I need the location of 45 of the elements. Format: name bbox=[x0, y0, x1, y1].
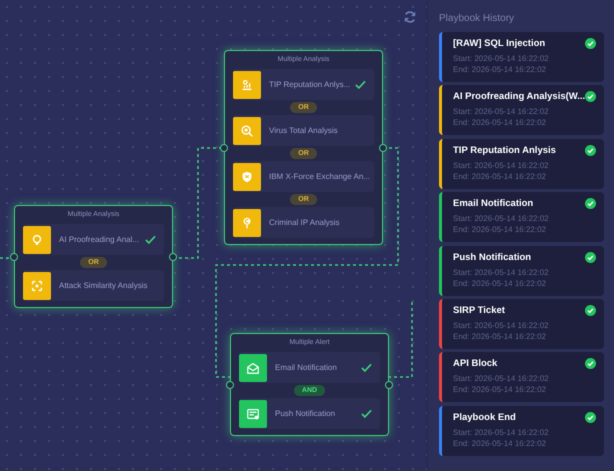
action-item[interactable]: Attack Similarity Analysis bbox=[23, 270, 164, 301]
history-name: Playbook End bbox=[453, 410, 517, 425]
action-item[interactable]: AI Proofreading Anal... bbox=[23, 224, 164, 255]
history-card[interactable]: API Block Start: 2026-05-14 16:22:02 End: 2026-05-14 16:22:02 bbox=[439, 352, 604, 402]
action-item[interactable]: TIP Reputation Anlys... bbox=[233, 69, 374, 100]
history-card[interactable]: SIRP Ticket Start: 2026-05-14 16:22:02 End: 2026-05-14 16:22:02 bbox=[439, 298, 604, 349]
end-time: End: 2026-05-14 16:22:02 bbox=[453, 330, 547, 342]
history-card[interactable]: [RAW] SQL Injection Start: 2026-05-14 16:22:02 End: 2026-05-14 16:22:02 bbox=[439, 32, 604, 82]
action-item[interactable]: Criminal IP Analysis bbox=[233, 207, 374, 238]
start-time: Start: 2026-05-14 16:22:02 bbox=[453, 320, 550, 331]
action-item[interactable]: Push Notification bbox=[239, 398, 380, 429]
end-time: End: 2026-05-14 16:22:02 bbox=[453, 170, 547, 182]
history-card[interactable]: Playbook End Start: 2026-05-14 16:22:02 End: 2026-05-14 16:22:02 bbox=[439, 406, 604, 456]
history-card[interactable]: AI Proofreading Analysis(W... Start: 2026-05-14 16:22:02 End: 2026-05-14 16:22:02 bbox=[439, 85, 604, 136]
end-time: End: 2026-05-14 16:22:02 bbox=[453, 117, 547, 128]
start-time: Start: 2026-05-14 16:22:02 bbox=[453, 373, 550, 384]
history-name: Push Notification bbox=[453, 250, 532, 265]
end-time: End: 2026-05-14 16:22:02 bbox=[453, 438, 547, 449]
connection-port[interactable] bbox=[226, 380, 234, 388]
end-time: End: 2026-05-14 16:22:02 bbox=[453, 384, 547, 396]
start-time: Start: 2026-05-14 16:22:02 bbox=[453, 266, 550, 278]
history-name: TIP Reputation Anlysis bbox=[453, 144, 557, 158]
action-item[interactable]: IBM X-Force Exchange An... bbox=[233, 161, 374, 192]
history-name: API Block bbox=[453, 357, 498, 372]
start-time: Start: 2026-05-14 16:22:02 bbox=[453, 160, 550, 171]
history-card[interactable]: Push Notification Start: 2026-05-14 16:22:02 End: 2026-05-14 16:22:02 bbox=[439, 246, 604, 296]
end-time: End: 2026-05-14 16:22:02 bbox=[453, 278, 547, 289]
history-name: SIRP Ticket bbox=[453, 304, 506, 318]
history-name: Email Notification bbox=[453, 197, 534, 212]
end-time: End: 2026-05-14 16:22:02 bbox=[453, 224, 547, 236]
connection-port[interactable] bbox=[10, 252, 18, 260]
action-item[interactable]: Virus Total Analysis bbox=[233, 115, 374, 146]
history-card[interactable]: Email Notification Start: 2026-05-14 16:22:02 End: 2026-05-14 16:22:02 bbox=[439, 192, 604, 242]
start-time: Start: 2026-05-14 16:22:02 bbox=[453, 426, 550, 438]
start-time: Start: 2026-05-14 16:22:02 bbox=[453, 213, 550, 224]
start-time: Start: 2026-05-14 16:22:02 bbox=[453, 106, 550, 118]
action-item[interactable]: Email Notification bbox=[239, 352, 380, 383]
panel-title: Playbook History bbox=[439, 12, 516, 26]
connection-port[interactable] bbox=[220, 144, 228, 152]
history-name: AI Proofreading Analysis(W... bbox=[453, 90, 586, 104]
start-time: Start: 2026-05-14 16:22:02 bbox=[453, 53, 550, 64]
refresh-icon[interactable] bbox=[403, 10, 417, 24]
history-card[interactable]: TIP Reputation Anlysis Start: 2026-05-14 16:22:02 End: 2026-05-14 16:22:02 bbox=[439, 138, 604, 189]
end-time: End: 2026-05-14 16:22:02 bbox=[453, 64, 547, 75]
history-name: [RAW] SQL Injection bbox=[453, 37, 546, 51]
